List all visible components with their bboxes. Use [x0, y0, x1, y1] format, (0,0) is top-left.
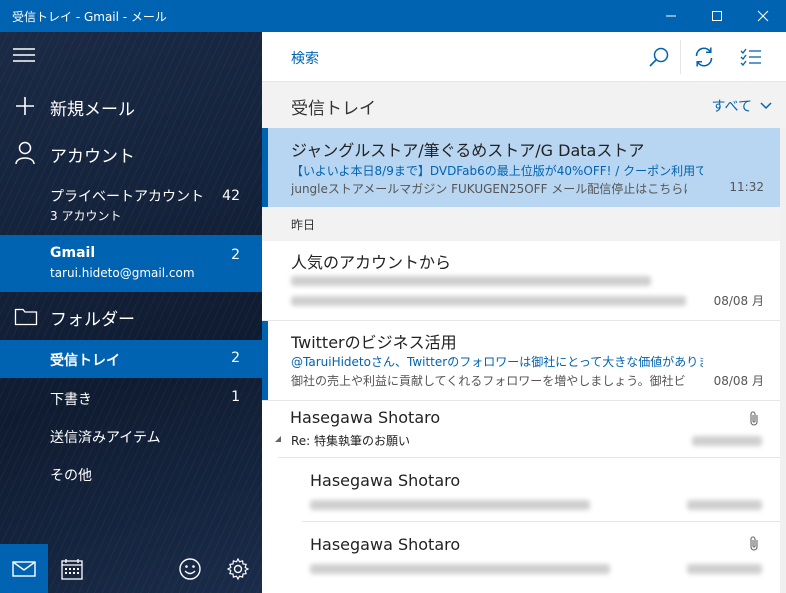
folder-label: 送信済みアイテム [50, 430, 161, 446]
account-name: プライベートアカウント [50, 189, 204, 205]
message-sender: Twitterのビジネス活用 [291, 333, 457, 352]
sync-icon [695, 47, 713, 67]
folder-item-more[interactable]: その他 [0, 454, 262, 492]
message-item[interactable]: ジャングルストア/筆ぐるめストア/G Dataストア 【いよいよ本日8/9まで】… [262, 128, 780, 207]
folders-button[interactable]: フォルダー [0, 294, 262, 338]
account-detail: tarui.hideto@gmail.com [50, 266, 195, 280]
smiley-icon [179, 557, 201, 580]
message-sender: Hasegawa Shotaro [310, 471, 461, 490]
message-subject: Re: 特集執筆のお願い [291, 434, 411, 448]
window-title: 受信トレイ - Gmail - メール [12, 10, 167, 24]
calendar-app-button[interactable] [48, 544, 96, 593]
minimize-icon [666, 15, 676, 17]
minimize-button[interactable] [648, 0, 694, 32]
account-item-private[interactable]: プライベートアカウント 3 アカウント 42 [0, 178, 262, 234]
search-icon [649, 47, 669, 67]
message-subject: @TaruiHidetoさん、Twitterのフォロワーは御社にとって大きな価値… [291, 355, 703, 369]
attachment-icon [750, 536, 758, 551]
folder-count: 2 [231, 350, 240, 366]
account-count: 42 [222, 188, 240, 204]
account-detail: 3 アカウント [50, 209, 122, 223]
message-time: 08/08 月 [713, 374, 764, 388]
unread-indicator [262, 321, 268, 400]
folder-item-inbox[interactable]: 受信トレイ 2 [0, 340, 262, 378]
hamburger-button[interactable] [12, 40, 38, 68]
filter-label: すべて [711, 99, 752, 115]
title-bar: 受信トレイ - Gmail - メール [0, 0, 786, 32]
account-item-gmail[interactable]: Gmail tarui.hideto@gmail.com 2 [0, 235, 262, 292]
message-sender: Hasegawa Shotaro [310, 535, 461, 554]
toolbar: 検索 [262, 32, 786, 82]
plus-icon [16, 97, 34, 115]
message-preview: 御社の売上や利益に貢献してくれるフォロワーを増やしましょう。御社ビジネスの [291, 374, 687, 388]
blurred-preview [310, 500, 590, 510]
filter-dropdown[interactable]: すべて [712, 96, 772, 116]
folder-label: 下書き [50, 392, 92, 408]
message-time: 11:32 [729, 180, 764, 194]
account-count: 2 [231, 247, 240, 263]
account-name: Gmail [50, 245, 96, 261]
feedback-button[interactable] [166, 544, 214, 593]
message-item[interactable]: Twitterのビジネス活用 @TaruiHidetoさん、Twitterのフォ… [262, 321, 780, 400]
date-group-label: 昨日 [291, 218, 316, 232]
settings-button[interactable] [214, 544, 262, 593]
blurred-preview [291, 296, 686, 306]
calendar-icon [61, 558, 83, 580]
thread-item[interactable]: Hasegawa Shotaro [262, 522, 780, 593]
close-button[interactable] [740, 0, 786, 32]
date-group-header: 昨日 [262, 207, 780, 241]
message-item[interactable]: 人気のアカウントから 08/08 月 [262, 241, 780, 320]
folder-icon [14, 308, 38, 326]
maximize-button[interactable] [694, 0, 740, 32]
navigation-pane: 新規メール アカウント プライベートアカウント 3 アカウント 42 Gmail… [0, 32, 262, 593]
folder-count: 1 [231, 389, 240, 405]
scrollbar[interactable] [780, 128, 786, 593]
person-icon [15, 141, 35, 165]
blurred-time [687, 564, 762, 574]
folders-label: フォルダー [50, 310, 135, 330]
accounts-button[interactable]: アカウント [0, 132, 262, 176]
folder-label: その他 [50, 468, 92, 484]
new-mail-label: 新規メール [50, 100, 135, 120]
message-sender: Hasegawa Shotaro [290, 408, 441, 427]
message-preview: jungleストアメールマガジン FUKUGEN25OFF メール配信停止はこち… [291, 182, 687, 196]
message-subject: 【いよいよ本日8/9まで】DVDFab6の最上位版が40%OFF! / クーポン… [291, 164, 703, 178]
search-input[interactable]: 検索 [291, 48, 319, 68]
message-list-pane: 検索 受信トレイ すべて ジャングルストア/筆ぐるめストア/G Dataストア … [262, 32, 786, 593]
folder-label: 受信トレイ [50, 353, 120, 369]
maximize-icon [712, 11, 722, 21]
conversation-item[interactable]: Hasegawa Shotaro Re: 特集執筆のお願い [262, 401, 780, 457]
hamburger-icon [13, 48, 35, 62]
search-button[interactable] [636, 32, 682, 82]
message-sender: ジャングルストア/筆ぐるめストア/G Dataストア [291, 141, 645, 160]
chevron-down-icon [760, 102, 772, 110]
new-mail-button[interactable]: 新規メール [0, 84, 262, 128]
folder-title: 受信トレイ [291, 99, 376, 119]
mail-app-button[interactable] [0, 544, 48, 593]
unread-indicator [262, 128, 268, 207]
close-icon [757, 10, 769, 22]
blurred-time [692, 436, 762, 446]
message-time: 08/08 月 [713, 294, 764, 308]
folder-item-drafts[interactable]: 下書き 1 [0, 378, 262, 416]
app-switcher-bar [0, 544, 262, 593]
folder-item-sent[interactable]: 送信済みアイテム [0, 416, 262, 454]
selection-mode-button[interactable] [728, 32, 774, 82]
accounts-label: アカウント [50, 147, 135, 167]
blurred-subject [291, 276, 651, 286]
mail-icon [12, 560, 36, 577]
collapse-triangle-icon[interactable] [274, 435, 282, 443]
blurred-preview [310, 564, 610, 574]
gear-icon [226, 557, 250, 580]
blurred-time [687, 500, 762, 510]
folder-header: 受信トレイ すべて [262, 82, 786, 128]
message-sender: 人気のアカウントから [291, 253, 452, 272]
sync-button[interactable] [681, 32, 727, 82]
thread-item[interactable]: Hasegawa Shotaro [262, 458, 780, 521]
checklist-icon [740, 48, 761, 66]
attachment-icon [750, 411, 758, 426]
